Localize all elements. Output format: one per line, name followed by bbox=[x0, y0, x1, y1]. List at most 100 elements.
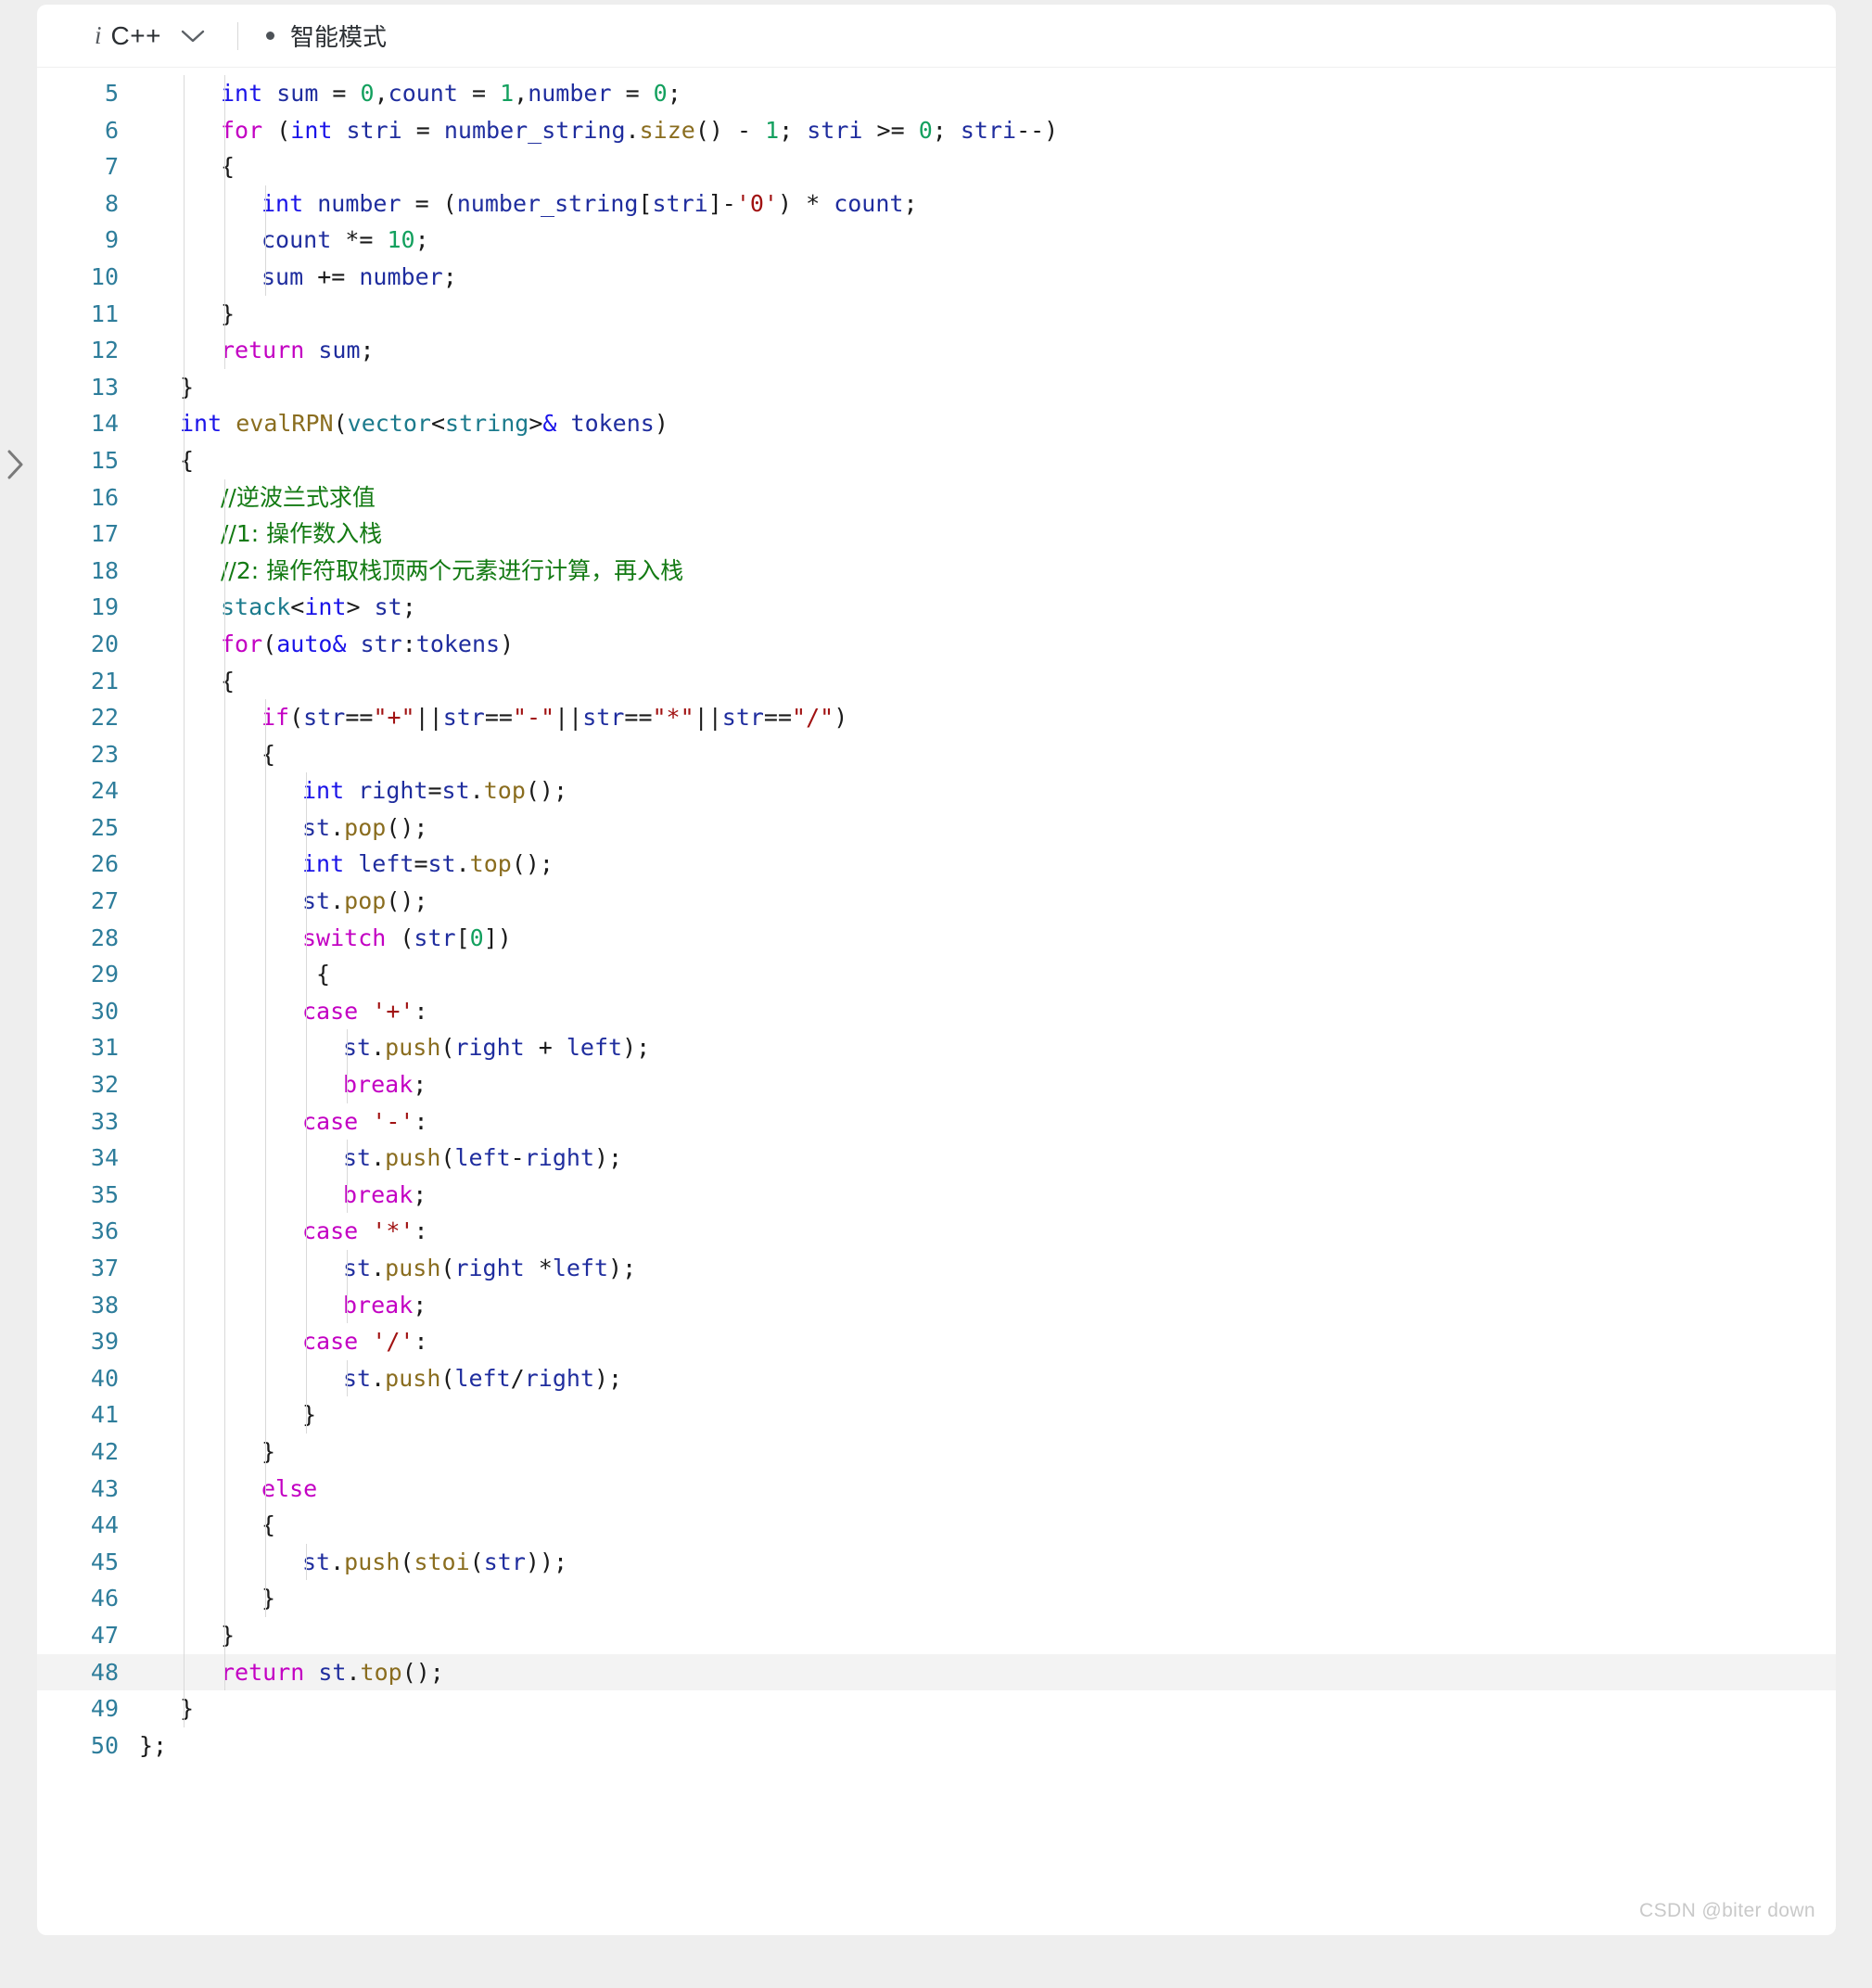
code-text[interactable]: st.push(right *left); bbox=[139, 1250, 1836, 1287]
info-icon[interactable]: i bbox=[95, 23, 102, 48]
code-text[interactable]: { bbox=[139, 956, 1836, 993]
code-line[interactable]: 35 break; bbox=[37, 1176, 1836, 1214]
code-text[interactable]: case '/': bbox=[139, 1323, 1836, 1360]
code-text[interactable]: //逆波兰式求值 bbox=[139, 479, 1836, 516]
code-text[interactable]: } bbox=[139, 1617, 1836, 1654]
code-line[interactable]: 28 switch (str[0]) bbox=[37, 919, 1836, 957]
code-text[interactable]: switch (str[0]) bbox=[139, 920, 1836, 957]
code-text[interactable]: for(auto& str:tokens) bbox=[139, 626, 1836, 663]
code-text[interactable]: count *= 10; bbox=[139, 222, 1836, 259]
code-line[interactable]: 50}; bbox=[37, 1727, 1836, 1765]
code-line[interactable]: 38 break; bbox=[37, 1286, 1836, 1324]
code-text[interactable]: if(str=="+"||str=="-"||str=="*"||str=="/… bbox=[139, 699, 1836, 736]
code-line[interactable]: 48 return st.top(); bbox=[37, 1653, 1836, 1691]
code-line[interactable]: 39 case '/': bbox=[37, 1323, 1836, 1360]
code-line[interactable]: 31 st.push(right + left); bbox=[37, 1029, 1836, 1067]
code-line[interactable]: 27 st.pop(); bbox=[37, 883, 1836, 920]
code-line[interactable]: 22 if(str=="+"||str=="-"||str=="*"||str==… bbox=[37, 699, 1836, 736]
code-line[interactable]: 45 st.push(stoi(str)); bbox=[37, 1543, 1836, 1581]
code-line[interactable]: 14 int evalRPN(vector<string>& tokens) bbox=[37, 405, 1836, 442]
code-text[interactable]: int number = (number_string[stri]-'0') *… bbox=[139, 185, 1836, 223]
code-line[interactable]: 36 case '*': bbox=[37, 1213, 1836, 1250]
code-text[interactable]: { bbox=[139, 663, 1836, 700]
code-line[interactable]: 12 return sum; bbox=[37, 332, 1836, 369]
code-line[interactable]: 33 case '-': bbox=[37, 1102, 1836, 1141]
code-line[interactable]: 9 count *= 10; bbox=[37, 222, 1836, 259]
code-text[interactable]: } bbox=[139, 1690, 1836, 1727]
code-text[interactable]: } bbox=[139, 1434, 1836, 1471]
code-line[interactable]: 7{ bbox=[37, 148, 1836, 185]
code-line[interactable]: 29 { bbox=[37, 956, 1836, 993]
code-text[interactable]: return sum; bbox=[139, 332, 1836, 369]
code-line[interactable]: 24 int right=st.top(); bbox=[37, 772, 1836, 809]
code-line[interactable]: 34 st.push(left-right); bbox=[37, 1140, 1836, 1177]
code-line[interactable]: 19 stack<int> st; bbox=[37, 589, 1836, 626]
code-text[interactable]: } bbox=[139, 369, 1836, 406]
code-line[interactable]: 47} bbox=[37, 1616, 1836, 1654]
sidebar-expand-button[interactable] bbox=[0, 443, 32, 486]
code-line[interactable]: 23 { bbox=[37, 735, 1836, 773]
code-line[interactable]: 41} bbox=[37, 1396, 1836, 1434]
code-line[interactable]: 32 break; bbox=[37, 1066, 1836, 1103]
code-text[interactable]: st.pop(); bbox=[139, 809, 1836, 847]
code-line[interactable]: 11} bbox=[37, 295, 1836, 333]
code-line[interactable]: 21 { bbox=[37, 662, 1836, 700]
code-line[interactable]: 15 { bbox=[37, 441, 1836, 479]
code-text[interactable]: st.push(left/right); bbox=[139, 1360, 1836, 1397]
code-text[interactable]: stack<int> st; bbox=[139, 589, 1836, 626]
code-line[interactable]: 40 st.push(left/right); bbox=[37, 1359, 1836, 1397]
code-line[interactable]: 5 int sum = 0,count = 1,number = 0; bbox=[37, 75, 1836, 112]
code-text[interactable]: break; bbox=[139, 1177, 1836, 1214]
code-line[interactable]: 25 st.pop(); bbox=[37, 809, 1836, 847]
code-text[interactable]: break; bbox=[139, 1287, 1836, 1324]
code-text[interactable]: st.push(left-right); bbox=[139, 1140, 1836, 1177]
code-line[interactable]: 10 sum += number; bbox=[37, 258, 1836, 296]
chevron-right-icon bbox=[6, 449, 25, 480]
code-text[interactable]: }; bbox=[139, 1727, 1836, 1765]
code-line[interactable]: 17 //1: 操作数入栈 bbox=[37, 516, 1836, 553]
line-number: 44 bbox=[90, 1511, 119, 1539]
language-label[interactable]: C++ bbox=[111, 21, 161, 51]
code-line[interactable]: 37 st.push(right *left); bbox=[37, 1250, 1836, 1287]
code-line[interactable]: 30 case '+': bbox=[37, 992, 1836, 1030]
code-text[interactable]: { bbox=[139, 148, 1836, 185]
code-text[interactable]: } bbox=[139, 1580, 1836, 1617]
code-text[interactable]: else bbox=[139, 1471, 1836, 1508]
code-line[interactable]: 8 int number = (number_string[stri]-'0') … bbox=[37, 185, 1836, 223]
code-text[interactable]: break; bbox=[139, 1066, 1836, 1103]
code-text[interactable]: int right=st.top(); bbox=[139, 772, 1836, 809]
code-text[interactable]: case '-': bbox=[139, 1103, 1836, 1141]
code-line[interactable]: 13} bbox=[37, 368, 1836, 406]
code-line[interactable]: 46} bbox=[37, 1580, 1836, 1617]
code-line[interactable]: 20 for(auto& str:tokens) bbox=[37, 625, 1836, 663]
code-text[interactable]: return st.top(); bbox=[139, 1654, 1836, 1691]
chevron-down-icon[interactable] bbox=[180, 28, 206, 45]
code-editor[interactable]: 5 int sum = 0,count = 1,number = 0; 6 for (… bbox=[37, 68, 1836, 1764]
code-text[interactable]: st.pop(); bbox=[139, 883, 1836, 920]
code-text[interactable]: int evalRPN(vector<string>& tokens) bbox=[139, 405, 1836, 442]
code-text[interactable]: case '*': bbox=[139, 1213, 1836, 1250]
code-line[interactable]: 43 else bbox=[37, 1470, 1836, 1508]
code-text[interactable]: int sum = 0,count = 1,number = 0; bbox=[139, 75, 1836, 112]
code-text[interactable]: { bbox=[139, 736, 1836, 773]
code-text[interactable]: case '+': bbox=[139, 993, 1836, 1030]
code-text[interactable]: for (int stri = number_string.size() - 1… bbox=[139, 112, 1836, 149]
code-line[interactable]: 18 //2: 操作符取栈顶两个元素进行计算，再入栈 bbox=[37, 552, 1836, 590]
code-line[interactable]: 16 //逆波兰式求值 bbox=[37, 478, 1836, 516]
code-line[interactable]: 44 { bbox=[37, 1507, 1836, 1544]
code-text[interactable]: } bbox=[139, 1396, 1836, 1434]
code-line[interactable]: 6 for (int stri = number_string.size() - … bbox=[37, 111, 1836, 149]
code-line[interactable]: 49} bbox=[37, 1690, 1836, 1727]
code-text[interactable]: //2: 操作符取栈顶两个元素进行计算，再入栈 bbox=[139, 553, 1836, 590]
code-text[interactable]: st.push(right + left); bbox=[139, 1029, 1836, 1066]
code-line[interactable]: 42} bbox=[37, 1433, 1836, 1471]
code-line[interactable]: 26 int left=st.top(); bbox=[37, 846, 1836, 884]
code-text[interactable]: //1: 操作数入栈 bbox=[139, 516, 1836, 553]
code-text[interactable]: } bbox=[139, 296, 1836, 333]
code-text[interactable]: sum += number; bbox=[139, 259, 1836, 296]
code-text[interactable]: { bbox=[139, 1507, 1836, 1544]
code-text[interactable]: st.push(stoi(str)); bbox=[139, 1544, 1836, 1581]
code-text[interactable]: { bbox=[139, 442, 1836, 479]
code-text[interactable]: int left=st.top(); bbox=[139, 846, 1836, 883]
mode-label[interactable]: 智能模式 bbox=[290, 19, 387, 53]
